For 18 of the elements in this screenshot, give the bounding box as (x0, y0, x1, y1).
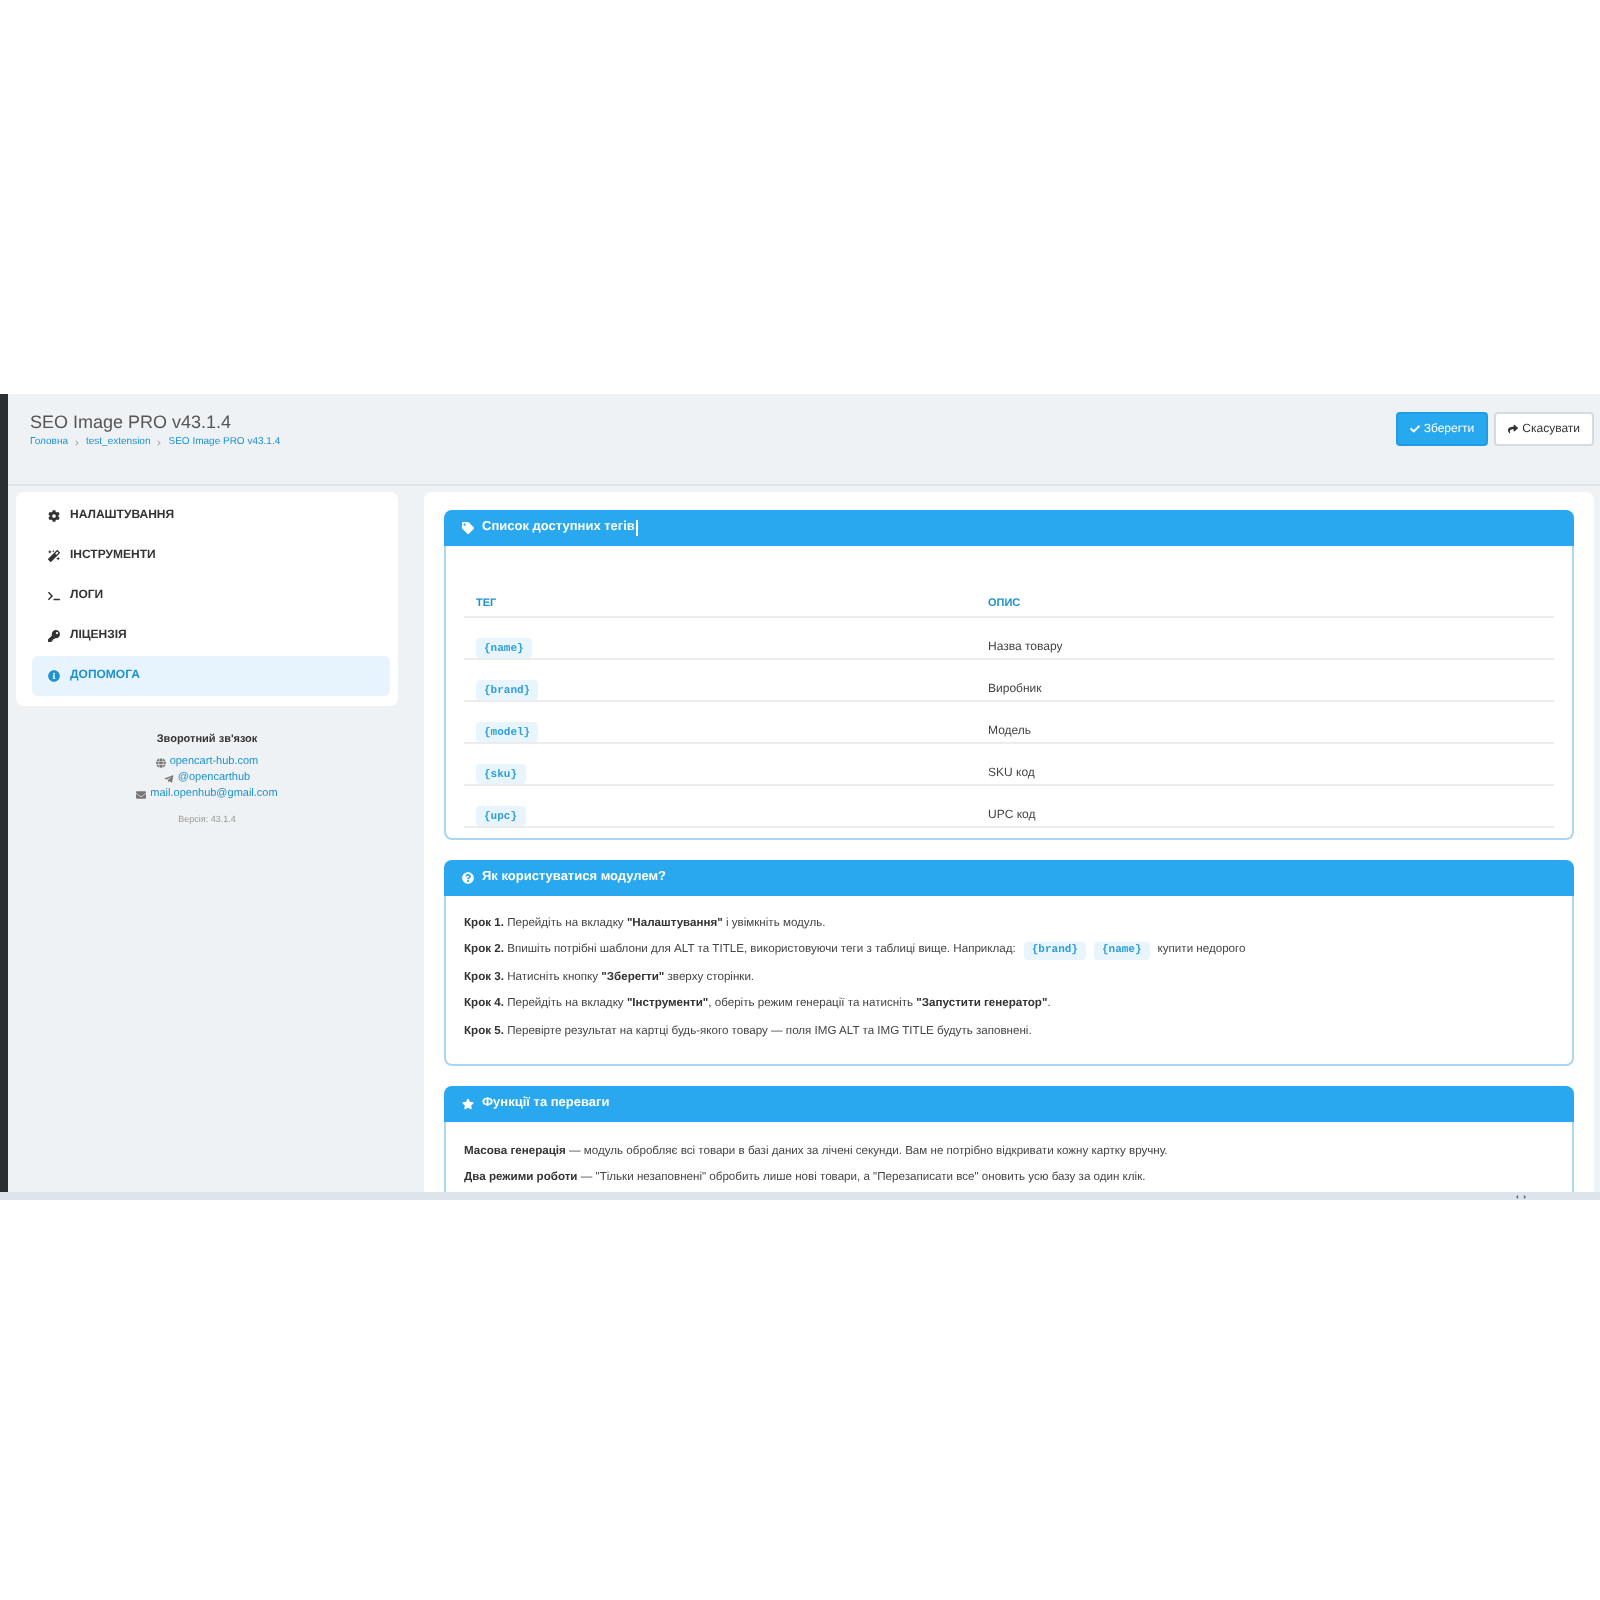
paper-plane-icon (163, 773, 174, 783)
text-cursor-icon (636, 520, 639, 536)
horizontal-scrollbar[interactable] (0, 1192, 1600, 1200)
key-icon (48, 630, 60, 642)
question-icon (462, 872, 474, 884)
terminal-icon (48, 590, 60, 602)
check-icon (1409, 424, 1420, 434)
share-arrow-icon (1508, 424, 1519, 434)
envelope-icon (136, 789, 147, 799)
gear-icon (48, 510, 60, 522)
magic-wand-icon (48, 550, 60, 562)
page-title: SEO Image PRO v43.1.4 (30, 412, 234, 434)
scroll-left-icon (1514, 1193, 1520, 1199)
scroll-right-icon (1522, 1193, 1528, 1199)
star-icon (462, 1098, 474, 1110)
info-icon (48, 670, 60, 682)
tag-icon (462, 522, 474, 534)
globe-icon (155, 757, 166, 767)
